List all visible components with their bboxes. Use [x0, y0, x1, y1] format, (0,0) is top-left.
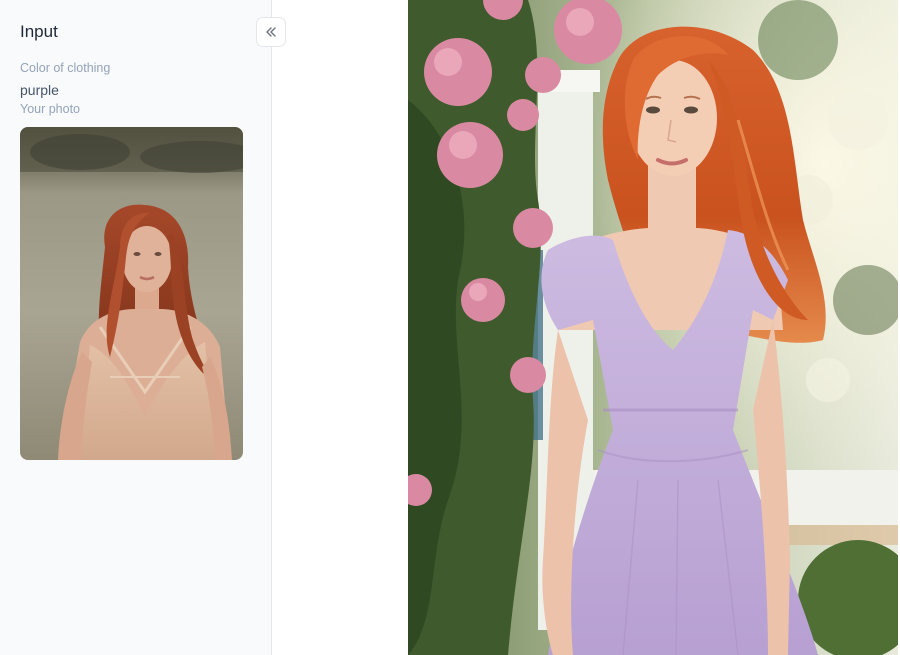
- result-image: [408, 0, 898, 655]
- input-panel: Input Color of clothing purple Your phot…: [0, 0, 272, 655]
- color-of-clothing-label: Color of clothing: [20, 61, 111, 75]
- your-photo-label: Your photo: [20, 102, 81, 116]
- color-of-clothing-value: purple: [20, 82, 59, 98]
- app-root: Input Color of clothing purple Your phot…: [0, 0, 900, 655]
- double-chevron-left-icon: [266, 27, 276, 37]
- panel-title: Input: [20, 22, 58, 41]
- collapse-panel-button[interactable]: [256, 17, 286, 47]
- input-photo: [20, 127, 243, 460]
